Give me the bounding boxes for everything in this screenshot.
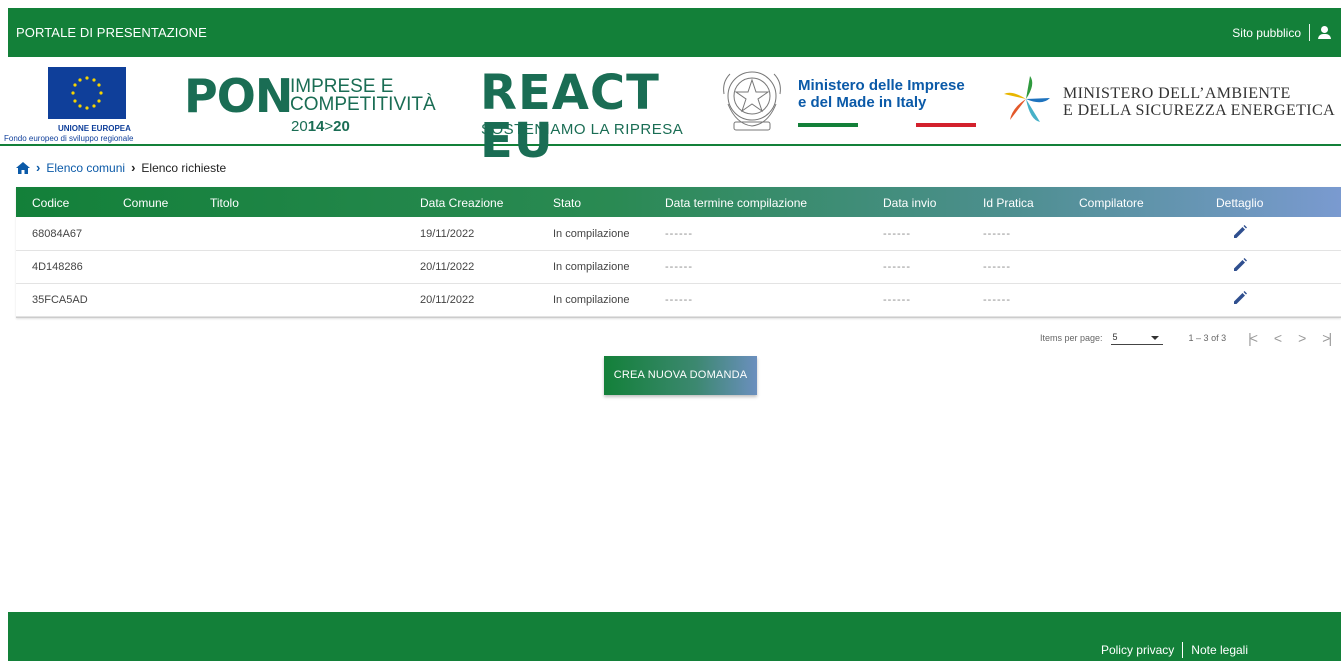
- column-header-stato[interactable]: Stato: [553, 196, 581, 210]
- requests-table: Codice Comune Titolo Data Creazione Stat…: [16, 187, 1341, 318]
- mimit-green-bar: [798, 123, 858, 127]
- privacy-policy-link[interactable]: Policy privacy: [1101, 643, 1174, 657]
- pon-mark: PON: [184, 69, 293, 123]
- breadcrumb-link-elenco-comuni[interactable]: Elenco comuni: [46, 161, 125, 175]
- legal-notes-link[interactable]: Note legali: [1191, 643, 1248, 657]
- column-header-titolo[interactable]: Titolo: [210, 196, 239, 210]
- cell-codice: 4D148286: [32, 261, 83, 273]
- paginator: Items per page: 5 1 – 3 of 3 |< < > >|: [1040, 330, 1332, 346]
- create-new-request-button[interactable]: CREA NUOVA DOMANDA: [604, 356, 757, 395]
- cell-id-pratica: ------: [983, 228, 1011, 240]
- mimit-line2: e del Made in Italy: [798, 94, 927, 111]
- mase-text: MINISTERO DELL’AMBIENTE E DELLA SICUREZZ…: [1063, 85, 1335, 119]
- cell-data-invio: ------: [883, 261, 911, 273]
- mase-line2: E DELLA SICUREZZA ENERGETICA: [1063, 102, 1336, 119]
- page-range: 1 – 3 of 3: [1188, 333, 1227, 343]
- pon-line2: COMPETITIVITÀ: [290, 94, 436, 115]
- column-header-data-invio[interactable]: Data invio: [883, 196, 936, 210]
- cell-data-creazione: 20/11/2022: [420, 261, 475, 273]
- last-page-button[interactable]: >|: [1322, 330, 1332, 346]
- mimit-red-bar: [916, 123, 976, 127]
- cell-id-pratica: ------: [983, 261, 1011, 273]
- top-bar-right: Sito pubblico: [1232, 24, 1331, 41]
- table-row: 35FCA5AD 20/11/2022 In compilazione ----…: [16, 283, 1341, 317]
- chevron-right-icon: ›: [36, 160, 41, 175]
- cell-data-invio: ------: [883, 294, 911, 306]
- mimit-line1: Ministero delle Imprese: [798, 77, 965, 94]
- cell-data-creazione: 19/11/2022: [420, 228, 475, 240]
- cell-data-termine: ------: [665, 261, 693, 273]
- column-header-data-creazione[interactable]: Data Creazione: [420, 196, 503, 210]
- public-site-link[interactable]: Sito pubblico: [1232, 26, 1301, 40]
- home-icon[interactable]: [16, 161, 30, 174]
- column-header-compilatore[interactable]: Compilatore: [1079, 196, 1144, 210]
- eu-subtitle: Fondo europeo di sviluppo regionale: [4, 134, 134, 143]
- cell-codice: 68084A67: [32, 228, 83, 240]
- column-header-data-termine[interactable]: Data termine compilazione: [665, 196, 807, 210]
- column-header-comune[interactable]: Comune: [123, 196, 168, 210]
- table-header: Codice Comune Titolo Data Creazione Stat…: [16, 187, 1341, 217]
- eu-title: UNIONE EUROPEA: [58, 124, 131, 133]
- items-per-page-label: Items per page:: [1040, 333, 1103, 343]
- cell-data-termine: ------: [665, 294, 693, 306]
- cell-data-invio: ------: [883, 228, 911, 240]
- mase-star-icon: [1004, 76, 1050, 122]
- edit-icon[interactable]: [1233, 225, 1247, 239]
- react-subtitle: SOSTENIAMO LA RIPRESA: [481, 121, 684, 138]
- items-per-page-select[interactable]: 5: [1110, 332, 1163, 345]
- react-mark: REACT EU: [480, 65, 660, 169]
- table-row: 68084A67 19/11/2022 In compilazione ----…: [16, 217, 1341, 251]
- cell-codice: 35FCA5AD: [32, 294, 88, 306]
- previous-page-button[interactable]: <: [1274, 330, 1282, 346]
- cell-id-pratica: ------: [983, 294, 1011, 306]
- user-icon[interactable]: [1318, 26, 1331, 39]
- first-page-button[interactable]: |<: [1248, 330, 1258, 346]
- breadcrumb: › Elenco comuni › Elenco richieste: [16, 160, 226, 175]
- italian-emblem-icon: [723, 71, 781, 131]
- next-page-button[interactable]: >: [1298, 330, 1306, 346]
- logos-band: UNIONE EUROPEA Fondo europeo di sviluppo…: [0, 57, 1341, 165]
- chevron-down-icon: [1150, 335, 1159, 340]
- column-header-dettaglio: Dettaglio: [1216, 196, 1264, 210]
- footer-divider: [1182, 642, 1184, 658]
- top-bar: PORTALE DI PRESENTAZIONE Sito pubblico: [8, 8, 1341, 57]
- pon-years: 2014>20: [291, 118, 350, 135]
- mase-line1: MINISTERO DELL’AMBIENTE: [1063, 85, 1291, 102]
- cell-data-termine: ------: [665, 228, 693, 240]
- top-bar-divider: [1309, 24, 1310, 41]
- table-row: 4D148286 20/11/2022 In compilazione ----…: [16, 250, 1341, 284]
- column-header-id-pratica[interactable]: Id Pratica: [983, 196, 1034, 210]
- pon-logo: PON IMPRESE E COMPETITIVITÀ 2014>20: [184, 73, 454, 143]
- column-header-codice[interactable]: Codice: [32, 196, 69, 210]
- eu-flag-icon: [48, 67, 126, 119]
- cell-stato: In compilazione: [553, 261, 630, 273]
- mimit-logo: Ministero delle Imprese e del Made in It…: [798, 77, 988, 137]
- breadcrumb-current: Elenco richieste: [141, 160, 227, 175]
- portal-title: PORTALE DI PRESENTAZIONE: [16, 25, 207, 40]
- eu-logo: UNIONE EUROPEA Fondo europeo di sviluppo…: [4, 66, 164, 144]
- cell-stato: In compilazione: [553, 294, 630, 306]
- cell-stato: In compilazione: [553, 228, 630, 240]
- react-eu-logo: REACT EU SOSTENIAMO LA RIPRESA: [480, 69, 695, 165]
- chevron-right-icon: ›: [131, 160, 136, 175]
- cell-data-creazione: 20/11/2022: [420, 294, 475, 306]
- edit-icon[interactable]: [1233, 291, 1247, 305]
- footer-links: Policy privacy Note legali: [1101, 642, 1248, 658]
- edit-icon[interactable]: [1233, 258, 1247, 272]
- footer: Policy privacy Note legali: [8, 612, 1341, 661]
